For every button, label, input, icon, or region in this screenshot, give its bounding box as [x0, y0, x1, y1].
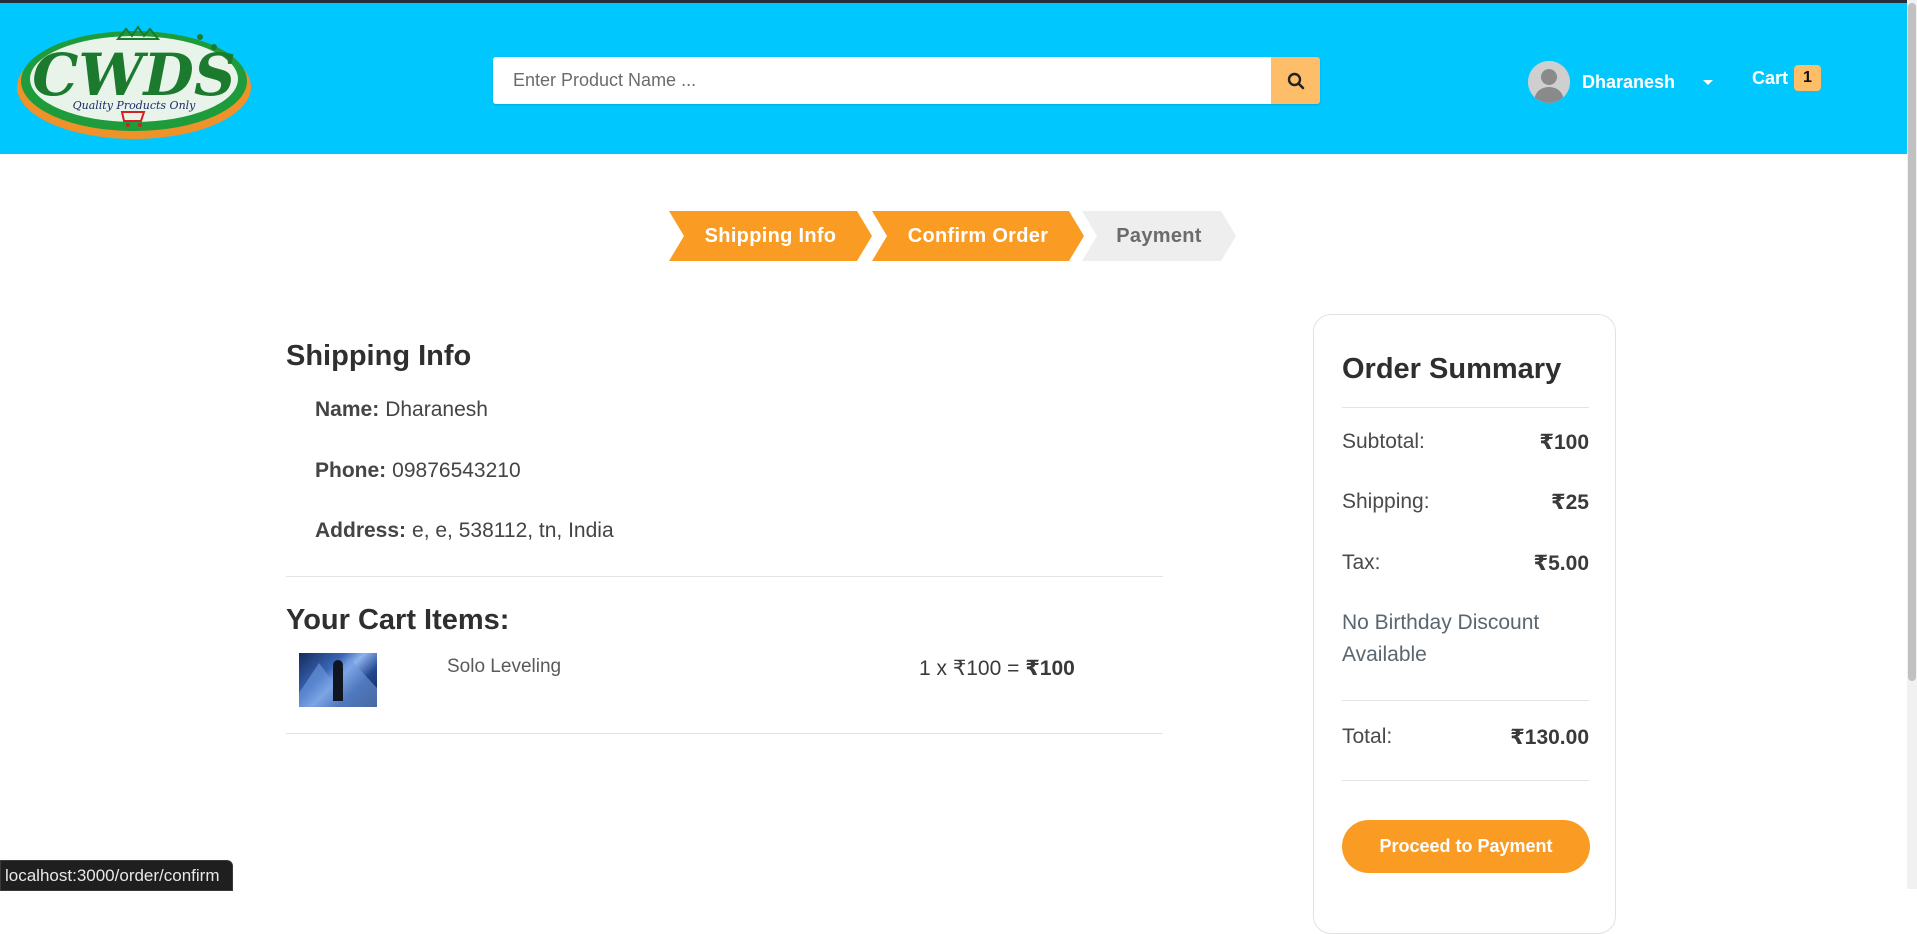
- name-label: Name:: [315, 398, 380, 421]
- svg-text:Quality Products Only: Quality Products Only: [73, 99, 197, 112]
- shipping-row: Shipping: ₹25: [1342, 490, 1589, 515]
- total-value: ₹130.00: [1510, 726, 1589, 749]
- divider: [286, 576, 1163, 577]
- cart-items-heading: Your Cart Items:: [286, 604, 510, 636]
- divider: [286, 733, 1163, 734]
- cart-label: Cart: [1752, 67, 1789, 88]
- status-url: localhost:3000/order/confirm: [0, 860, 233, 891]
- chevron-down-icon[interactable]: [1703, 79, 1714, 85]
- divider: [1342, 407, 1589, 408]
- search-bar: [493, 57, 1320, 104]
- step-shipping-info: Shipping Info: [669, 211, 872, 261]
- user-menu[interactable]: Dharanesh: [1528, 60, 1714, 104]
- shipping-address: Address: e, e, 538112, tn, India: [315, 519, 614, 543]
- navbar: CWDS Quality Products Only Enter Product…: [0, 3, 1907, 154]
- birthday-discount-note: No Birthday Discount Available: [1342, 611, 1540, 666]
- step-confirm-order: Confirm Order: [872, 211, 1084, 261]
- cart-item: Solo Leveling 1 x ₹100 = ₹100: [286, 652, 1163, 708]
- total-row: Total: ₹130.00: [1342, 725, 1589, 750]
- search-button[interactable]: [1271, 57, 1320, 104]
- subtotal-label: Subtotal:: [1342, 430, 1425, 453]
- scrollbar[interactable]: [1907, 0, 1917, 889]
- address-value: e, e, 538112, tn, India: [412, 519, 614, 542]
- shipping-phone: Phone: 09876543210: [315, 459, 521, 483]
- shipping-label: Shipping:: [1342, 490, 1430, 513]
- item-line-total: ₹100: [1025, 657, 1075, 680]
- proceed-to-payment-button[interactable]: Proceed to Payment: [1342, 820, 1590, 873]
- address-label: Address:: [315, 519, 407, 542]
- divider: [1342, 700, 1589, 701]
- subtotal-value: ₹100: [1539, 431, 1589, 454]
- divider: [1342, 780, 1589, 781]
- user-name: Dharanesh: [1582, 71, 1676, 92]
- tax-row: Tax: ₹5.00: [1342, 551, 1589, 576]
- tax-value: ₹5.00: [1533, 552, 1589, 575]
- tax-label: Tax:: [1342, 551, 1381, 574]
- subtotal-row: Subtotal: ₹100: [1342, 430, 1589, 455]
- item-price: 1 x ₹100 = ₹100: [919, 656, 1075, 681]
- item-qty-price: 1 x ₹100 =: [919, 657, 1026, 680]
- order-summary-card: Order Summary Subtotal: ₹100 Shipping: ₹…: [1313, 314, 1616, 934]
- order-summary-title: Order Summary: [1342, 353, 1562, 385]
- shipping-name: Name: Dharanesh: [315, 398, 488, 422]
- shipping-value: ₹25: [1551, 491, 1589, 514]
- cart-link[interactable]: Cart 1: [1752, 65, 1821, 91]
- product-thumbnail[interactable]: [299, 653, 377, 707]
- step-payment: Payment: [1082, 211, 1236, 261]
- cart-count-badge: 1: [1794, 65, 1821, 91]
- total-label: Total:: [1342, 725, 1393, 748]
- shipping-info-heading: Shipping Info: [286, 340, 472, 372]
- product-name-link[interactable]: Solo Leveling: [447, 656, 561, 678]
- phone-label: Phone:: [315, 459, 387, 482]
- site-logo[interactable]: CWDS Quality Products Only: [14, 17, 254, 145]
- search-input[interactable]: [493, 57, 1271, 104]
- name-value: Dharanesh: [385, 398, 488, 421]
- search-icon: [1287, 72, 1304, 89]
- avatar: [1528, 61, 1570, 103]
- scrollbar-thumb[interactable]: [1908, 3, 1916, 681]
- phone-value: 09876543210: [392, 459, 521, 482]
